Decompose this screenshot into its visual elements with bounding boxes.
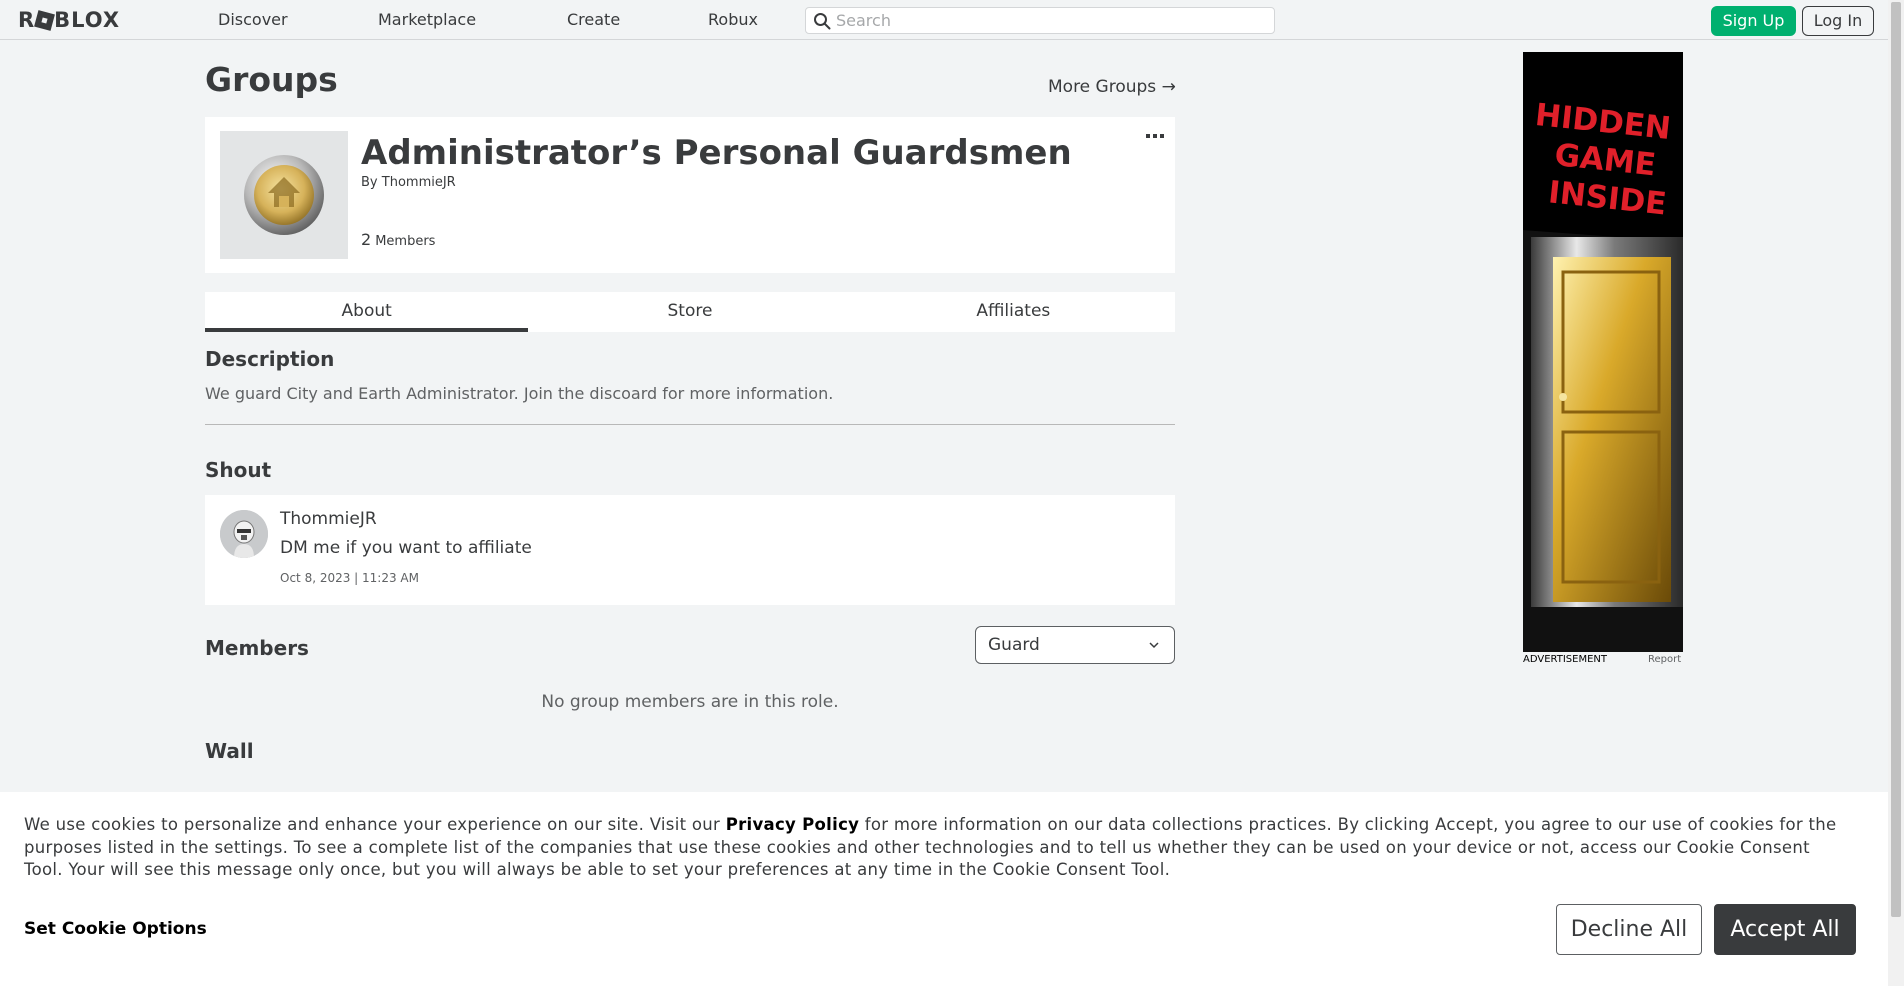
nav-robux[interactable]: Robux: [708, 0, 758, 40]
chevron-down-icon: [1149, 642, 1159, 649]
section-divider: [205, 424, 1175, 425]
by-label: By: [361, 175, 378, 190]
ad-label: ADVERTISEMENT: [1523, 654, 1608, 665]
shout-user-avatar[interactable]: [220, 510, 268, 558]
group-emblem-icon: [244, 155, 324, 235]
tab-store[interactable]: Store: [528, 292, 851, 332]
scrollbar-thumb[interactable]: [1891, 2, 1901, 917]
group-name: Administrator’s Personal Guardsmen: [361, 133, 1072, 173]
search-input[interactable]: [836, 8, 1266, 33]
page-scrollbar[interactable]: [1888, 0, 1904, 986]
nav-create[interactable]: Create: [567, 0, 620, 40]
description-text: We guard City and Earth Administrator. J…: [205, 384, 834, 403]
role-dropdown[interactable]: Guard: [975, 626, 1175, 664]
search-box: [805, 7, 1275, 34]
wall-heading: Wall: [205, 739, 254, 763]
group-owner-link[interactable]: ThommieJR: [382, 175, 456, 190]
more-options-icon[interactable]: [1145, 131, 1165, 141]
description-heading: Description: [205, 347, 335, 371]
search-icon[interactable]: [813, 12, 831, 30]
ad-creative-image: HIDDEN GAME INSIDE: [1523, 52, 1683, 652]
cookie-consent-banner: We use cookies to personalize and enhanc…: [0, 792, 1888, 986]
members-heading: Members: [205, 636, 309, 660]
privacy-policy-link[interactable]: Privacy Policy: [726, 815, 860, 834]
sign-up-button[interactable]: Sign Up: [1711, 6, 1796, 36]
nav-marketplace[interactable]: Marketplace: [378, 0, 476, 40]
member-count-value: 2: [361, 230, 372, 249]
tab-about[interactable]: About: [205, 292, 529, 332]
shout-username-link[interactable]: ThommieJR: [280, 509, 377, 529]
nav-discover[interactable]: Discover: [218, 0, 288, 40]
cookie-consent-text: We use cookies to personalize and enhanc…: [24, 814, 1844, 882]
more-groups-link[interactable]: More Groups →: [1048, 77, 1176, 97]
roblox-logo[interactable]: R BLOX: [18, 8, 120, 32]
top-navigation-bar: R BLOX Discover Marketplace Create Robux …: [0, 0, 1888, 40]
role-dropdown-value: Guard: [988, 635, 1040, 655]
page-title: Groups: [205, 60, 338, 99]
cookie-text-part1: We use cookies to personalize and enhanc…: [24, 815, 726, 834]
shout-card: ThommieJR DM me if you want to affiliate…: [205, 495, 1175, 605]
member-count-label: Members: [375, 234, 436, 249]
shout-timestamp: Oct 8, 2023 | 11:23 AM: [280, 571, 419, 585]
advertisement-banner[interactable]: HIDDEN GAME INSIDE: [1523, 52, 1683, 652]
group-member-count: 2 Members: [361, 230, 435, 249]
group-header-card: Administrator’s Personal Guardsmen By Th…: [205, 117, 1175, 273]
shout-heading: Shout: [205, 458, 272, 482]
accept-all-button[interactable]: Accept All: [1714, 904, 1856, 955]
logo-o-icon: [34, 10, 56, 31]
log-in-button[interactable]: Log In: [1802, 6, 1874, 36]
shout-message: DM me if you want to affiliate: [280, 538, 532, 558]
tab-affiliates[interactable]: Affiliates: [852, 292, 1175, 332]
group-tabs: About Store Affiliates: [205, 292, 1175, 332]
group-owner-line: By ThommieJR: [361, 175, 456, 190]
set-cookie-options-link[interactable]: Set Cookie Options: [24, 919, 207, 939]
decline-all-button[interactable]: Decline All: [1556, 904, 1702, 955]
ad-report-link[interactable]: Report: [1648, 654, 1681, 665]
group-emblem[interactable]: [220, 131, 348, 259]
no-members-message: No group members are in this role.: [541, 692, 839, 712]
avatar-icon: [220, 510, 268, 558]
